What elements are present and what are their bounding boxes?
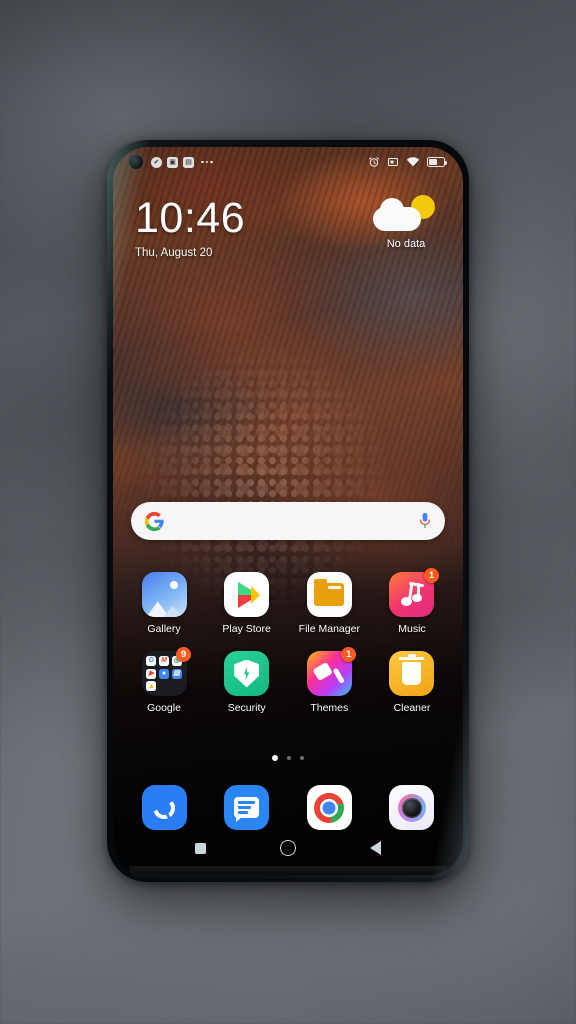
wifi-icon [406,157,420,167]
app-label: Google [147,702,181,714]
weather-widget[interactable]: No data [367,195,445,250]
status-bar-right [368,156,448,168]
messages-icon[interactable] [224,785,270,830]
app-security[interactable]: Security [208,651,286,714]
message-notification-icon: ▤ [183,156,194,168]
notification-badge: 1 [341,647,357,662]
app-label: Gallery [147,623,181,635]
app-grid: Gallery Play Store File Manager 1 Music … [125,568,451,730]
mini-contacts-icon: ● [159,668,169,679]
app-notification-icon: ▣ [167,156,178,168]
gallery-icon[interactable] [141,572,187,617]
dock-app-phone[interactable] [125,785,203,830]
phone-icon[interactable] [141,785,187,830]
app-label: Music [398,623,426,635]
clock-widget[interactable]: 10:46 Thu, August 20 [135,194,246,260]
app-google-folder[interactable]: 9 G M ◎ ▶ ● ▤ ▲ Google [125,647,203,714]
chrome-icon[interactable] [306,785,352,830]
app-label: File Manager [298,623,360,635]
mini-calendar-icon: ▤ [171,668,182,679]
dock-app-chrome[interactable] [290,785,368,830]
google-g-logo [144,511,164,531]
status-bar-left: ✔ ▣ ▤ [129,155,213,169]
mini-drive-icon: ▲ [146,681,157,692]
app-label: Security [227,702,266,714]
battery-icon [427,157,448,167]
app-cleaner[interactable]: Cleaner [373,651,451,714]
dock-app-camera[interactable] [373,785,451,830]
status-bar[interactable]: ✔ ▣ ▤ [113,147,463,177]
camera-icon[interactable] [389,785,435,830]
play-store-icon[interactable] [224,572,270,617]
app-gallery[interactable]: Gallery [125,572,203,635]
back-button[interactable] [370,841,381,855]
page-dot[interactable] [287,756,291,760]
alarm-icon [369,157,379,167]
app-file-manager[interactable]: File Manager [290,572,368,635]
page-dot[interactable] [300,756,304,760]
app-row-2: 9 G M ◎ ▶ ● ▤ ▲ Google Security 1 Themes… [125,647,451,714]
notification-overflow-icon [201,160,213,164]
recents-button[interactable] [195,842,206,854]
navigation-bar [113,833,463,863]
mini-youtube-icon: ▶ [146,668,157,679]
weather-condition-icon [367,195,445,235]
app-themes[interactable]: 1 Themes [290,647,368,714]
check-notification-icon: ✔ [151,156,162,168]
dock [125,785,451,830]
app-play-store[interactable]: Play Store [208,572,286,635]
front-camera-punch-hole [129,155,143,169]
notification-badge: 9 [176,647,191,662]
app-row-1: Gallery Play Store File Manager 1 Music [125,568,451,635]
page-dot-active[interactable] [272,755,278,761]
dock-app-messages[interactable] [208,785,286,830]
app-label: Cleaner [393,702,431,714]
notification-badge: 1 [423,568,439,583]
smartphone-device: ✔ ▣ ▤ 10:46 Thu, August 20 No data Galle… [107,140,469,882]
file-manager-icon[interactable] [306,572,352,617]
app-music[interactable]: 1 Music [373,568,451,635]
security-icon[interactable] [224,651,270,696]
cloud-icon [373,198,421,231]
screenshot-icon [388,158,398,166]
folder-preview-grid: G M ◎ ▶ ● ▤ ▲ [146,655,182,692]
cleaner-icon[interactable] [389,651,435,696]
phone-screen[interactable]: ✔ ▣ ▤ 10:46 Thu, August 20 No data Galle… [113,147,463,875]
microphone-icon[interactable] [418,511,432,531]
weather-status-text: No data [386,238,426,250]
google-search-bar[interactable] [131,502,445,540]
mini-google-icon: G [146,655,157,666]
clock-time: 10:46 [135,194,246,242]
app-label: Themes [310,702,349,714]
home-button[interactable] [280,840,296,856]
mini-gmail-icon: M [159,655,169,666]
clock-date: Thu, August 20 [135,247,213,259]
page-indicator[interactable] [113,755,463,761]
app-label: Play Store [222,623,271,635]
